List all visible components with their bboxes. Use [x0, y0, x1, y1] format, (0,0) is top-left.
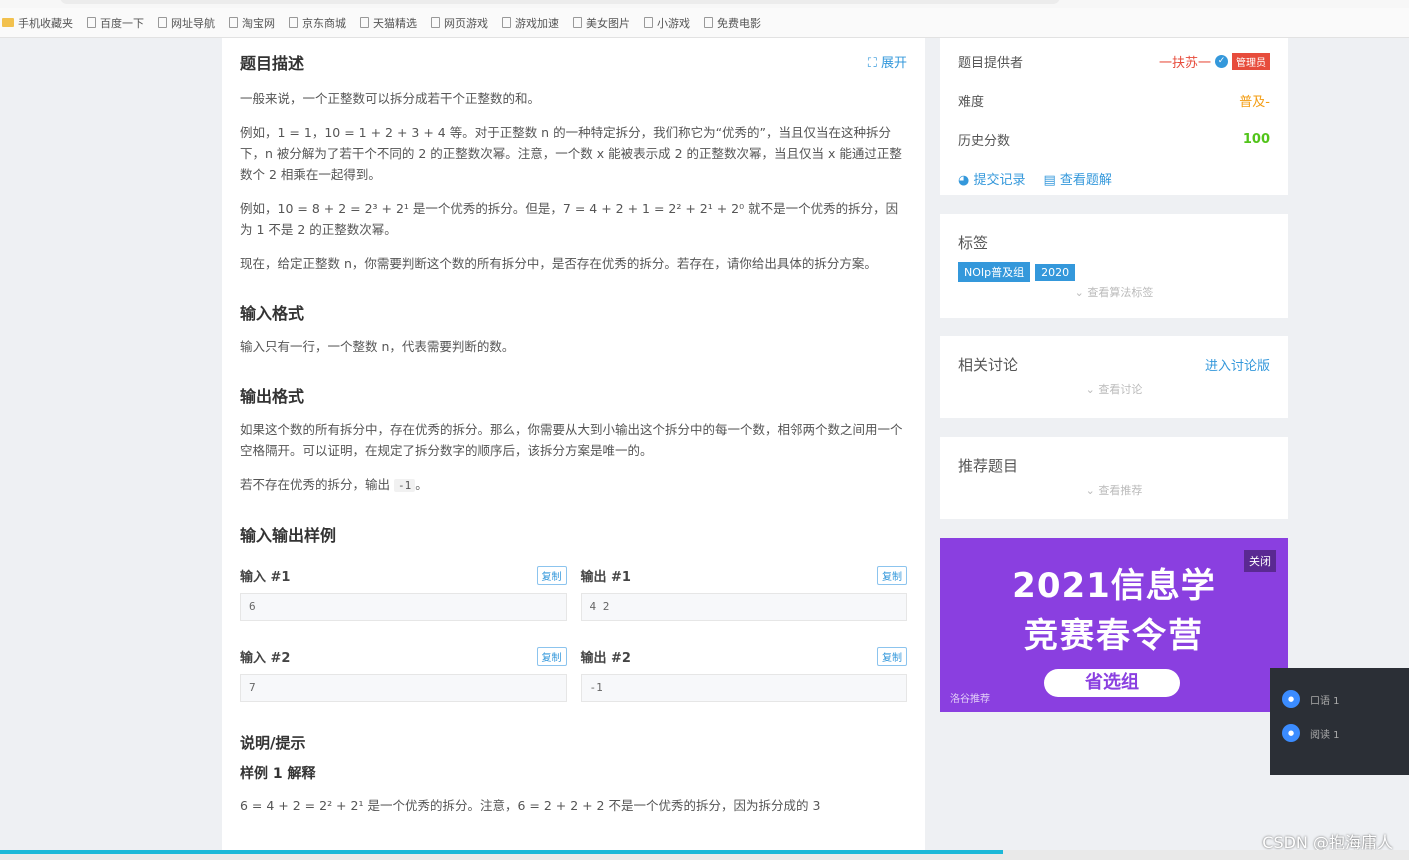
input-format-title: 输入格式 [240, 304, 305, 323]
role-badge: 管理员 [1232, 53, 1270, 70]
problem-card: ⛶ 展开 题目描述 一般来说，一个正整数可以拆分成若干个正整数的和。 例如，1 … [222, 38, 925, 850]
info-card: 题目提供者 一扶苏一 ✓ 管理员 难度 普及- 历史分数 100 ◕ 提交记录 … [940, 38, 1288, 195]
banner-pill[interactable]: 省选组 [1044, 669, 1180, 697]
description-p3: 例如，10 = 8 + 2 = 2³ + 2¹ 是一个优秀的拆分。但是，7 = … [240, 201, 899, 237]
recommend-card: 推荐题目 ⌄ 查看推荐 [940, 437, 1288, 519]
show-algorithm-tags[interactable]: ⌄ 查看算法标签 [958, 284, 1270, 300]
tags-card: 标签 NOIp普及组 2020 ⌄ 查看算法标签 [940, 214, 1288, 318]
sample-input-box[interactable]: 6 [240, 593, 567, 621]
bookmark-item[interactable]: 美女图片 [573, 15, 630, 31]
tag-list: NOIp普及组 2020 [958, 261, 1270, 282]
bookmark-item[interactable]: 淘宝网 [229, 15, 275, 31]
taskbar [0, 850, 1409, 860]
input-format-text: 输入只有一行，一个整数 n，代表需要判断的数。 [240, 339, 515, 354]
hint-text: 6 = 4 + 2 = 2² + 2¹ 是一个优秀的拆分。注意，6 = 2 + … [240, 798, 821, 813]
float-row-1[interactable]: ● 口语 1 [1282, 690, 1409, 708]
enter-discussion-link[interactable]: 进入讨论版 [1205, 355, 1270, 374]
bookmark-item[interactable]: 京东商城 [289, 15, 346, 31]
bookmark-item[interactable]: 天猫精选 [360, 15, 417, 31]
page-icon [289, 17, 298, 28]
tag-item[interactable]: NOIp普及组 [958, 262, 1031, 282]
page-icon [431, 17, 440, 28]
sample-row-1: 输入 #1 复制 6 输出 #1 复制 4 2 [240, 566, 907, 621]
discussion-title: 相关讨论 [958, 356, 1019, 374]
provider-row: 题目提供者 一扶苏一 ✓ 管理员 [958, 52, 1270, 71]
tags-title: 标签 [958, 234, 989, 252]
bookmark-item[interactable]: 免费电影 [704, 15, 761, 31]
hint-title: 说明/提示 [240, 734, 306, 752]
promo-banner[interactable]: 2021信息学 竞赛春令营 省选组 关闭 洛谷推荐 [940, 538, 1288, 712]
bookmark-item[interactable]: 网页游戏 [431, 15, 488, 31]
hint-subtitle: 样例 1 解释 [240, 766, 316, 782]
chevron-down-icon: ⌄ [1085, 484, 1099, 497]
copy-button[interactable]: 复制 [536, 647, 567, 666]
progress-bar [0, 850, 1003, 854]
page-icon [502, 17, 511, 28]
page-icon [229, 17, 238, 28]
book-icon: ▤ [1043, 173, 1060, 188]
copy-button[interactable]: 复制 [877, 647, 907, 666]
sample-input-box[interactable]: 7 [240, 674, 567, 702]
page-icon [158, 17, 167, 28]
copy-button[interactable]: 复制 [877, 566, 907, 585]
page-icon [573, 17, 582, 28]
bubble-icon: ● [1282, 690, 1300, 708]
samples-title: 输入输出样例 [240, 526, 337, 545]
browser-url-strip [0, 0, 1409, 8]
banner-close-button[interactable]: 关闭 [1244, 550, 1276, 572]
chevron-down-icon: ⌄ [1074, 286, 1088, 299]
provider-name-link[interactable]: 一扶苏一 [1159, 52, 1211, 71]
sample-input-2: 输入 #2 复制 7 [240, 647, 567, 702]
banner-line-2: 竞赛春令营 [1024, 616, 1204, 656]
bookmark-item[interactable]: 百度一下 [87, 15, 144, 31]
action-links: ◕ 提交记录 ▤ 查看题解 [958, 169, 1270, 188]
bookmark-item[interactable]: 手机收藏夹 [2, 15, 73, 31]
bubble-icon: ● [1282, 724, 1300, 742]
discussion-card: 相关讨论 进入讨论版 ⌄ 查看讨论 [940, 336, 1288, 418]
description-title: 题目描述 [240, 54, 305, 73]
output-format-title: 输出格式 [240, 387, 305, 406]
score-value: 100 [1242, 132, 1270, 147]
floating-panel: ● 口语 1 ● 阅读 1 [1270, 668, 1409, 775]
banner-ad-label: 洛谷推荐 [950, 694, 990, 705]
tag-item[interactable]: 2020 [1035, 264, 1076, 281]
record-icon: ◕ [958, 173, 974, 188]
verified-icon: ✓ [1215, 55, 1228, 68]
description-p4: 现在，给定正整数 n，你需要判断这个数的所有拆分中，是否存在优秀的拆分。若存在，… [240, 256, 877, 271]
description-p1: 一般来说，一个正整数可以拆分成若干个正整数的和。 [240, 91, 541, 106]
bookmark-item[interactable]: 游戏加速 [502, 15, 559, 31]
folder-icon [2, 18, 14, 27]
output-format-text2: 若不存在优秀的拆分，输出 -1。 [240, 477, 428, 492]
copy-button[interactable]: 复制 [536, 566, 567, 585]
description-p2: 例如，1 = 1，10 = 1 + 2 + 3 + 4 等。对于正整数 n 的一… [240, 125, 902, 182]
expand-button[interactable]: ⛶ 展开 [868, 52, 907, 71]
sample-output-box[interactable]: 4 2 [580, 593, 907, 621]
output-format-text: 如果这个数的所有拆分中，存在优秀的拆分。那么，你需要从大到小输出这个拆分中的每一… [240, 422, 903, 458]
show-recommend[interactable]: ⌄ 查看推荐 [958, 482, 1270, 498]
difficulty-value[interactable]: 普及- [1239, 91, 1270, 110]
score-row: 历史分数 100 [958, 132, 1270, 149]
submit-record-link[interactable]: ◕ 提交记录 [958, 169, 1026, 188]
show-discussion[interactable]: ⌄ 查看讨论 [958, 381, 1270, 397]
page-icon [704, 17, 713, 28]
page-icon [87, 17, 96, 28]
bookmark-item[interactable]: 网址导航 [158, 15, 215, 31]
bookmark-item[interactable]: 小游戏 [644, 15, 690, 31]
float-row-2[interactable]: ● 阅读 1 [1282, 724, 1409, 742]
recommend-title: 推荐题目 [958, 457, 1019, 475]
solution-link[interactable]: ▤ 查看题解 [1044, 169, 1112, 188]
chevron-down-icon: ⌄ [1085, 383, 1099, 396]
sample-input-1: 输入 #1 复制 6 [240, 566, 567, 621]
address-bar[interactable] [60, 0, 1060, 4]
banner-line-1: 2021信息学 [1012, 566, 1216, 606]
sample-output-2: 输出 #2 复制 -1 [580, 647, 907, 702]
page-icon [644, 17, 653, 28]
bookmarks-bar: 手机收藏夹 百度一下 网址导航 淘宝网 京东商城 天猫精选 网页游戏 游戏加速 … [0, 8, 1409, 38]
sample-output-box[interactable]: -1 [580, 674, 907, 702]
difficulty-row: 难度 普及- [958, 91, 1270, 110]
sample-output-1: 输出 #1 复制 4 2 [580, 566, 907, 621]
sample-row-2: 输入 #2 复制 7 输出 #2 复制 -1 [240, 647, 907, 702]
inline-code: -1 [394, 479, 416, 492]
page-icon [360, 17, 369, 28]
